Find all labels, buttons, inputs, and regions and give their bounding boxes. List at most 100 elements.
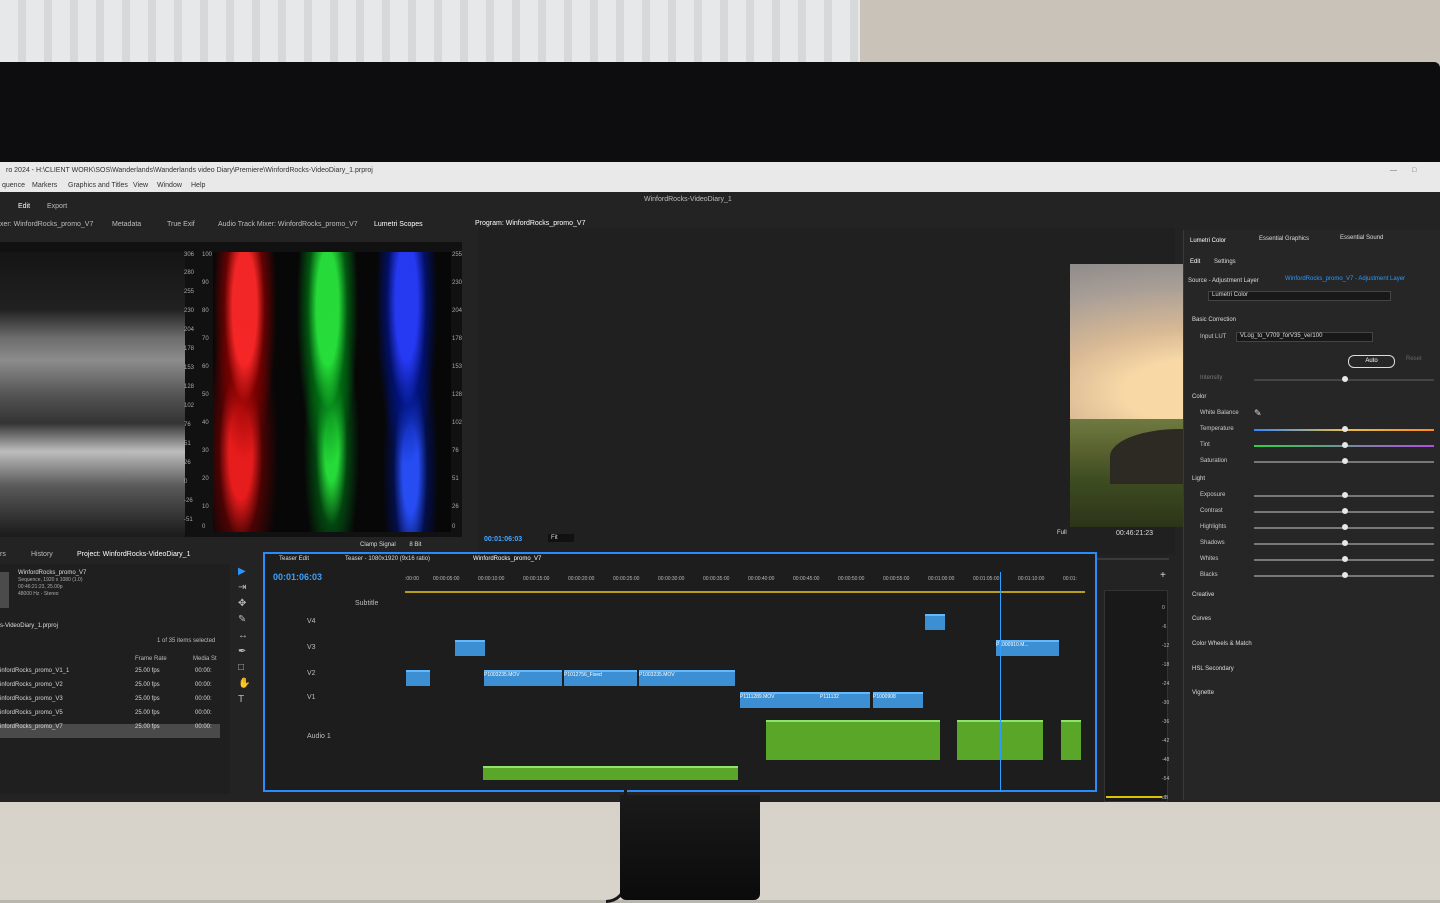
video-clip[interactable]: P1003235.MOV	[484, 670, 562, 686]
color-wheels-header[interactable]: Color Wheels & Match	[1192, 641, 1252, 647]
add-button[interactable]: +	[1160, 570, 1166, 581]
auto-button[interactable]: Auto	[1348, 355, 1395, 368]
contrast-slider[interactable]	[1254, 508, 1434, 514]
track-v3[interactable]: V3	[265, 640, 405, 662]
source-link[interactable]: WinfordRocks_promo_V7 - Adjustment Layer	[1285, 276, 1405, 282]
type-icon[interactable]: T	[238, 692, 258, 708]
tab-promo-v7[interactable]: WinfordRocks_promo_V7	[473, 556, 541, 562]
quality-select[interactable]: Full	[1057, 530, 1067, 536]
tab-effects[interactable]: rs	[0, 551, 6, 558]
tab-edit-lumetri[interactable]: Edit	[1190, 259, 1200, 265]
tab-mixer[interactable]: xer: WinfordRocks_promo_V7	[0, 221, 93, 228]
shadows-slider[interactable]	[1254, 540, 1434, 546]
video-clip[interactable]: P1012756_Fixed	[564, 670, 637, 686]
tab-teaser-vertical[interactable]: Teaser - 1080x1920 (9x16 ratio)	[345, 556, 430, 562]
playhead[interactable]	[1000, 572, 1001, 792]
tab-edit[interactable]: Edit	[18, 203, 30, 210]
tab-audio-mixer[interactable]: Audio Track Mixer: WinfordRocks_promo_V7	[218, 221, 358, 228]
exposure-slider[interactable]	[1254, 492, 1434, 498]
tab-essential-graphics[interactable]: Essential Graphics	[1259, 236, 1309, 242]
video-clip[interactable]	[406, 670, 430, 686]
hand-icon[interactable]: ✋	[238, 676, 258, 692]
tint-slider[interactable]	[1254, 442, 1434, 448]
tab-project[interactable]: Project: WinfordRocks-VideoDiary_1	[77, 551, 190, 558]
fit-select[interactable]: Fit	[548, 534, 574, 542]
maximize-icon[interactable]: □	[1412, 167, 1416, 174]
tab-true-exif[interactable]: True Exif	[167, 221, 195, 228]
audio-clip[interactable]	[483, 766, 738, 780]
saturation-slider[interactable]	[1254, 458, 1434, 464]
audio-clip[interactable]	[1061, 720, 1081, 760]
audio-clip[interactable]	[766, 720, 940, 760]
track-v2[interactable]: V2	[265, 666, 405, 688]
selection-tool-icon[interactable]: ▶	[238, 564, 258, 580]
intensity-slider[interactable]	[1254, 376, 1434, 382]
tab-metadata[interactable]: Metadata	[112, 221, 141, 228]
vignette-header[interactable]: Vignette	[1192, 690, 1214, 696]
rectangle-icon[interactable]: □	[238, 660, 258, 676]
menu-graphics[interactable]: Graphics and Titles	[68, 182, 128, 189]
hsl-secondary-header[interactable]: HSL Secondary	[1192, 666, 1234, 672]
tab-essential-sound[interactable]: Essential Sound	[1340, 235, 1383, 241]
list-item[interactable]: infordRocks_promo_V2 25.00 fps 00:00:	[0, 682, 220, 696]
menu-markers[interactable]: Markers	[32, 182, 57, 189]
menu-sequence[interactable]: quence	[2, 182, 25, 189]
temperature-label: Temperature	[1200, 426, 1234, 432]
column-media-start[interactable]: Media St	[193, 656, 217, 662]
track-v1[interactable]: V1	[265, 690, 405, 712]
menu-window[interactable]: Window	[157, 182, 182, 189]
pen-icon[interactable]: ✒	[238, 644, 258, 660]
temperature-slider[interactable]	[1254, 426, 1434, 432]
slip-icon[interactable]: ↔	[238, 628, 258, 644]
light-header[interactable]: Light	[1192, 476, 1205, 482]
minimize-icon[interactable]: —	[1390, 167, 1397, 174]
source-label[interactable]: Source - Adjustment Layer	[1188, 278, 1259, 284]
effect-select[interactable]: Lumetri Color	[1208, 291, 1391, 301]
list-item[interactable]: infordRocks_promo_V1_1 25.00 fps 00:00:	[0, 668, 220, 682]
track-a1[interactable]: Audio 1	[265, 722, 405, 744]
timeline-ruler[interactable]: :00:00 00:00:05:00 00:00:10:00 00:00:15:…	[405, 573, 1085, 592]
tab-history[interactable]: History	[31, 551, 53, 558]
tab-settings[interactable]: Settings	[1214, 259, 1236, 265]
work-area-bar[interactable]	[405, 591, 1085, 593]
eyedropper-icon[interactable]: ✎	[1254, 408, 1262, 419]
video-clip[interactable]: P111132	[820, 692, 870, 708]
reset-button[interactable]: Reset	[1406, 356, 1422, 362]
project-rows: infordRocks_promo_V1_1 25.00 fps 00:00: in…	[0, 668, 220, 738]
video-clip[interactable]: P1000908	[873, 692, 923, 708]
clamp-signal-checkbox[interactable]: Clamp Signal	[360, 542, 396, 548]
list-item[interactable]: infordRocks_promo_V3 25.00 fps 00:00:	[0, 696, 220, 710]
color-header[interactable]: Color	[1192, 394, 1206, 400]
blacks-slider[interactable]	[1254, 572, 1434, 578]
video-clip[interactable]	[925, 614, 945, 630]
video-clip[interactable]: P1000910.M...	[996, 640, 1059, 656]
timeline-timecode[interactable]: 00:01:06:03	[273, 572, 322, 582]
menu-help[interactable]: Help	[191, 182, 205, 189]
bit-depth-select[interactable]: 8 Bit	[409, 542, 421, 548]
basic-correction-header[interactable]: Basic Correction	[1192, 317, 1236, 323]
track-a2[interactable]	[265, 760, 405, 782]
creative-header[interactable]: Creative	[1192, 592, 1214, 598]
column-frame-rate[interactable]: Frame Rate	[135, 656, 167, 662]
input-lut-select[interactable]: VLog_to_V709_forV35_ver100	[1236, 332, 1373, 342]
tab-lumetri-color[interactable]: Lumetri Color	[1190, 238, 1226, 244]
video-clip[interactable]: P1003235.MOV	[639, 670, 735, 686]
project-file: s-VideoDiary_1.prproj	[0, 623, 58, 629]
exposure-label: Exposure	[1200, 492, 1226, 498]
video-clip[interactable]: P1111289.MOV	[740, 692, 820, 708]
curves-header[interactable]: Curves	[1192, 616, 1211, 622]
razor-icon[interactable]: ✎	[238, 612, 258, 628]
ripple-edit-icon[interactable]: ✥	[238, 596, 258, 612]
tab-teaser-edit[interactable]: Teaser Edit	[279, 556, 309, 562]
track-v4[interactable]: V4	[265, 614, 405, 636]
list-item[interactable]: infordRocks_promo_V5 25.00 fps 00:00:	[0, 710, 220, 724]
program-timecode-left[interactable]: 00:01:06:03	[484, 536, 522, 543]
list-item[interactable]: infordRocks_promo_V7 25.00 fps 00:00:	[0, 724, 220, 738]
tab-lumetri-scopes[interactable]: Lumetri Scopes	[374, 221, 423, 228]
tab-export[interactable]: Export	[47, 203, 67, 210]
whites-slider[interactable]	[1254, 556, 1434, 562]
menu-view[interactable]: View	[133, 182, 148, 189]
highlights-slider[interactable]	[1254, 524, 1434, 530]
track-select-icon[interactable]: ⇥	[238, 580, 258, 596]
video-clip[interactable]	[455, 640, 485, 656]
